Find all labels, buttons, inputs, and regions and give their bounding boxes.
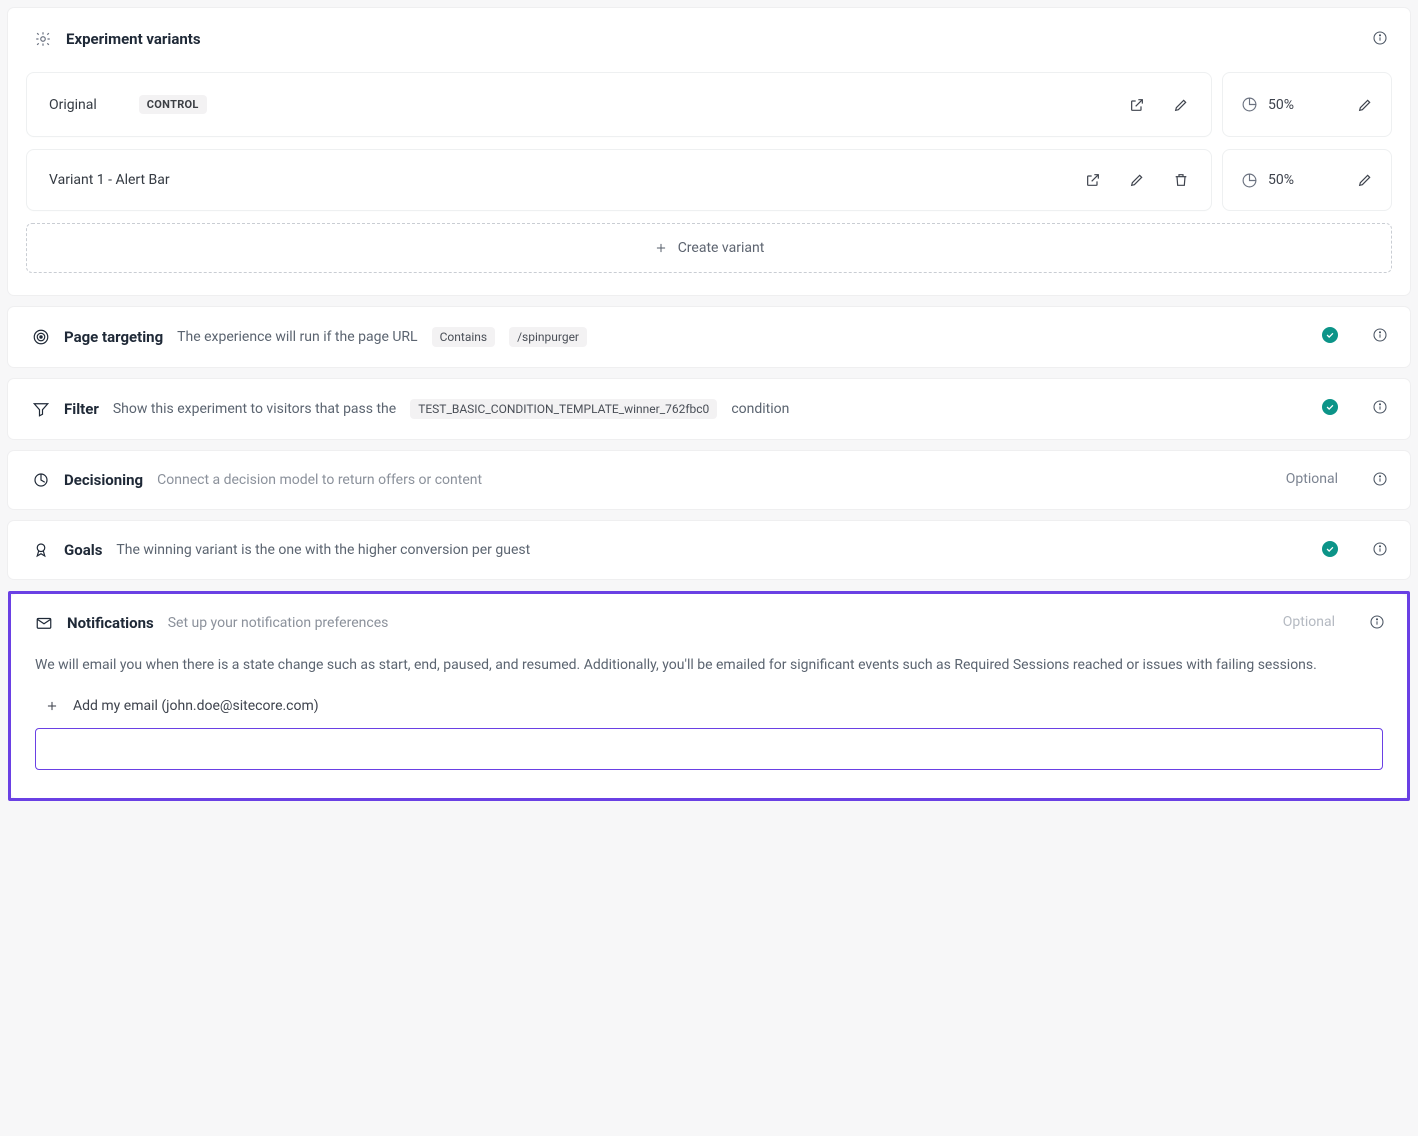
filter-lead: Show this experiment to visitors that pa… [113,401,396,417]
info-icon[interactable] [1372,471,1388,487]
delete-variant-button[interactable] [1173,172,1189,188]
goals-sub: The winning variant is the one with the … [116,542,530,558]
filter-template: TEST_BASIC_CONDITION_TEMPLATE_winner_762… [410,399,717,419]
allocation-value: 50% [1268,172,1294,188]
add-my-email-button[interactable]: Add my email (john.doe@sitecore.com) [35,698,1383,714]
variant-main: Original CONTROL [26,72,1212,137]
variants-icon [34,30,52,48]
page-targeting-title: Page targeting [64,328,163,346]
variant-row: Original CONTROL 50% [26,72,1392,137]
filter-icon [32,400,50,418]
target-icon [32,328,50,346]
variant-allocation: 50% [1222,149,1392,211]
variant-row: Variant 1 - Alert Bar 50% [26,149,1392,211]
variant-name: Variant 1 - Alert Bar [49,172,170,188]
filter-card[interactable]: Filter Show this experiment to visitors … [8,379,1410,439]
notifications-description: We will email you when there is a state … [35,654,1383,676]
edit-variant-button[interactable] [1173,97,1189,113]
page-targeting-value: /spinpurger [509,327,587,347]
edit-allocation-button[interactable] [1357,97,1373,113]
notifications-title: Notifications [67,614,154,632]
info-icon[interactable] [1372,541,1388,557]
filter-trail: condition [731,401,789,417]
info-icon[interactable] [1372,327,1388,343]
goals-title: Goals [64,541,102,559]
open-variant-button[interactable] [1085,172,1101,188]
experiment-variants-card: Experiment variants OriginalCONTROL50%Va… [8,8,1410,295]
info-icon[interactable] [1372,399,1388,415]
control-badge: CONTROL [139,95,207,114]
decisioning-card[interactable]: Decisioning Connect a decision model to … [8,451,1410,509]
pie-icon [1241,96,1258,113]
check-icon [1322,327,1338,343]
optional-label: Optional [1286,471,1338,487]
filter-title: Filter [64,400,99,418]
plus-icon [654,241,668,255]
decisioning-title: Decisioning [64,471,143,489]
allocation-value: 50% [1268,97,1294,113]
create-variant-button[interactable]: Create variant [26,223,1392,273]
page-targeting-card[interactable]: Page targeting The experience will run i… [8,307,1410,367]
create-variant-label: Create variant [678,240,765,256]
variant-main: Variant 1 - Alert Bar [26,149,1212,211]
optional-label: Optional [1283,614,1335,630]
open-variant-button[interactable] [1129,97,1145,113]
pie-icon [1241,172,1258,189]
check-icon [1322,541,1338,557]
notification-email-input[interactable] [35,728,1383,770]
page-targeting-lead: The experience will run if the page URL [177,329,417,345]
info-icon[interactable] [1372,30,1388,46]
decisioning-sub: Connect a decision model to return offer… [157,472,482,488]
decisioning-icon [32,471,50,489]
edit-variant-button[interactable] [1129,172,1145,188]
variants-title: Experiment variants [66,30,201,48]
check-icon [1322,399,1338,415]
variant-allocation: 50% [1222,72,1392,137]
goals-card[interactable]: Goals The winning variant is the one wit… [8,521,1410,579]
add-my-email-label: Add my email (john.doe@sitecore.com) [73,698,319,714]
notifications-card: Notifications Set up your notification p… [11,594,1407,798]
notifications-sub: Set up your notification preferences [168,615,389,631]
plus-icon [45,699,59,713]
notifications-highlight: Notifications Set up your notification p… [8,591,1410,801]
page-targeting-operator: Contains [432,327,495,347]
info-icon[interactable] [1369,614,1385,630]
goals-icon [32,541,50,559]
edit-allocation-button[interactable] [1357,172,1373,188]
variant-name: Original [49,97,97,113]
mail-icon [35,614,53,632]
